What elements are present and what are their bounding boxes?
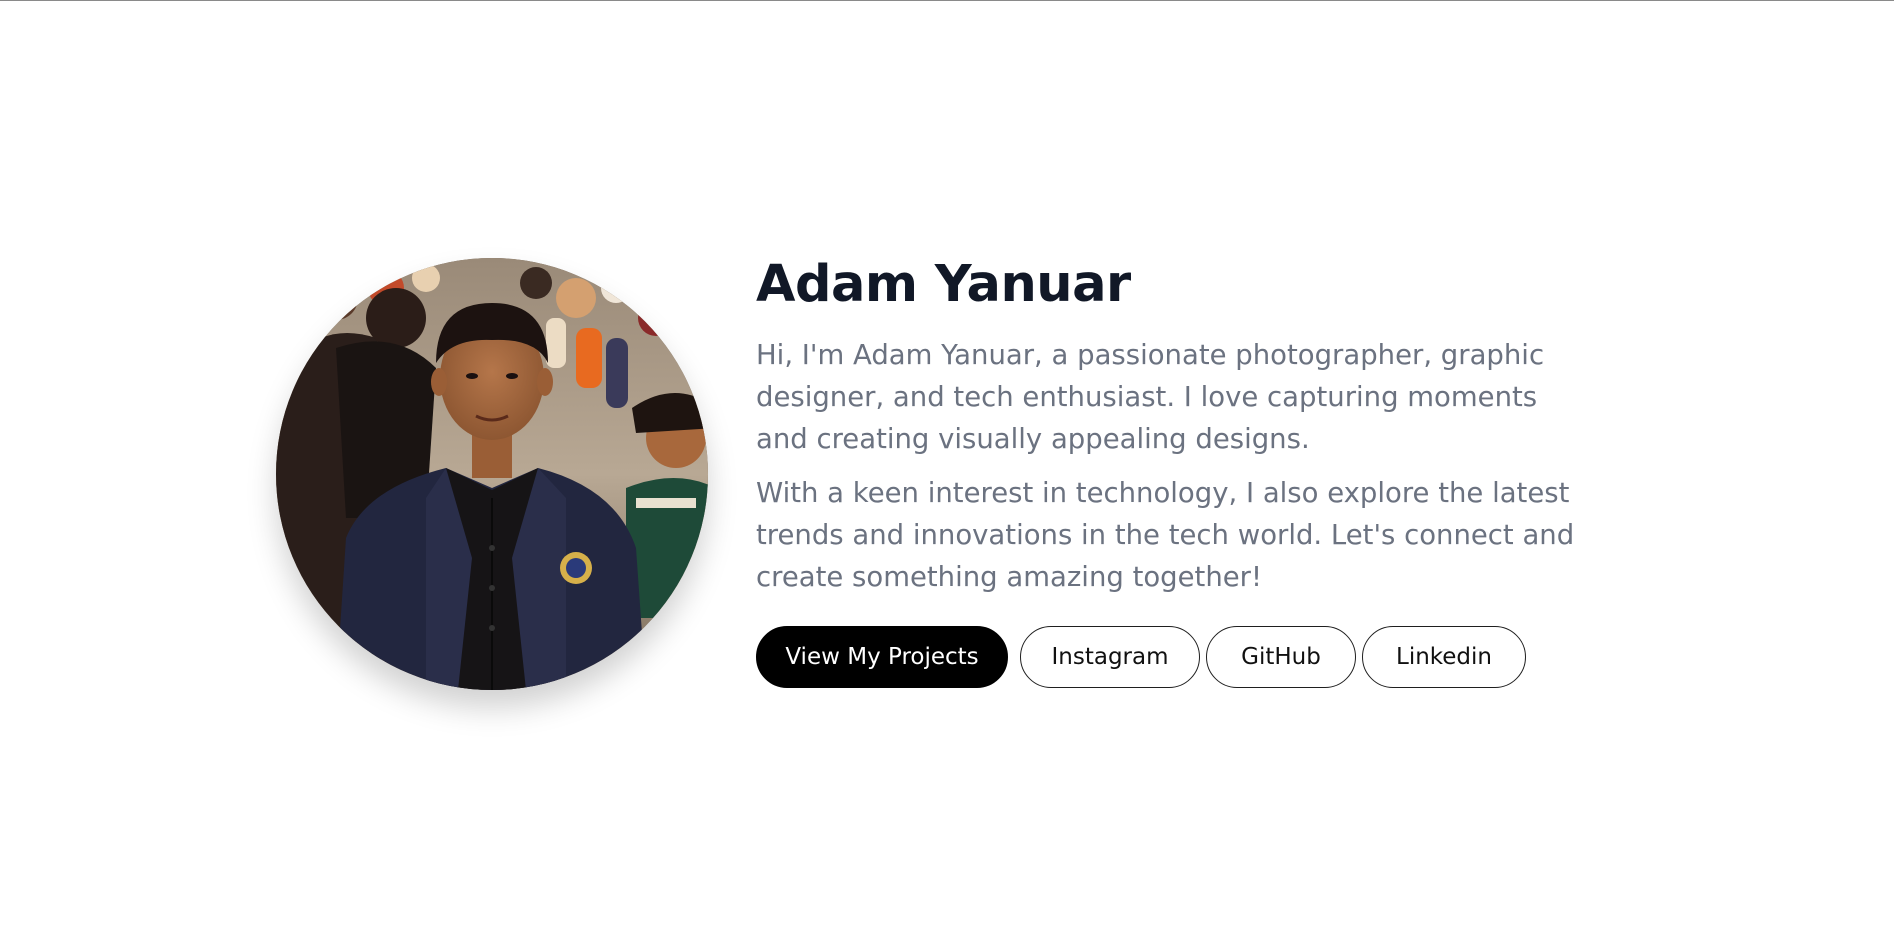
hero-content: Adam Yanuar Hi, I'm Adam Yanuar, a passi… [756,250,1576,688]
github-button[interactable]: GitHub [1206,626,1356,688]
intro-paragraph: Hi, I'm Adam Yanuar, a passionate photog… [756,339,1545,455]
profile-photo [276,258,708,690]
profile-photo-illustration [276,258,708,690]
view-projects-button[interactable]: View My Projects [756,626,1008,688]
hero-section: Adam Yanuar Hi, I'm Adam Yanuar, a passi… [0,0,1894,945]
interest-paragraph: With a keen interest in technology, I al… [756,477,1575,593]
profile-name: Adam Yanuar [756,255,1131,314]
instagram-button[interactable]: Instagram [1020,626,1200,688]
action-buttons: View My Projects Instagram GitHub Linked… [756,626,1576,688]
linkedin-button[interactable]: Linkedin [1362,626,1526,688]
